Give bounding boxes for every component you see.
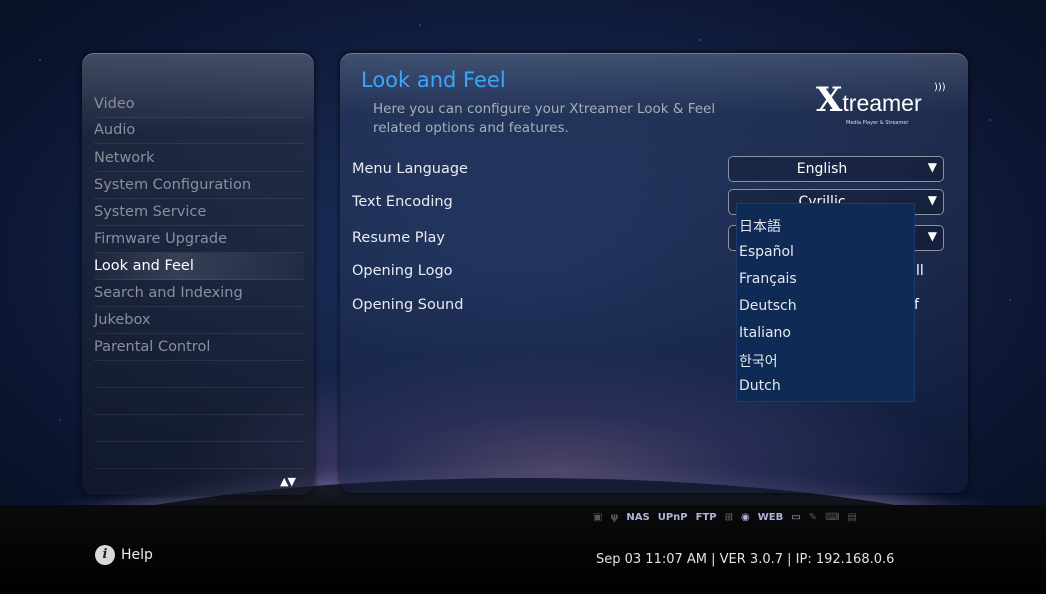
opening-sound-label: Opening Sound: [352, 297, 464, 313]
sidebar-item-video[interactable]: Video: [94, 91, 304, 118]
chevron-down-icon: ▼: [927, 193, 937, 207]
language-dropdown-list: 日本語 Español Français Deutsch Italiano 한국…: [736, 203, 915, 402]
keyboard-icon: ⌨: [825, 512, 840, 523]
dropdown-option-italian[interactable]: Italiano: [739, 325, 791, 341]
resume-play-label: Resume Play: [352, 230, 445, 246]
status-icon-bar: ▣ ψ NAS UPnP FTP ⊞ ◉ WEB ▭ ✎ ⌨ ▤: [593, 512, 857, 523]
dropdown-option-dutch[interactable]: Dutch: [739, 378, 781, 394]
logo-x: X: [816, 80, 843, 120]
page-title: Look and Feel: [361, 68, 506, 92]
dropdown-option-german[interactable]: Deutsch: [739, 298, 797, 314]
sidebar-item-system-configuration[interactable]: System Configuration: [94, 172, 304, 199]
upnp-icon: UPnP: [657, 512, 688, 523]
sidebar-divider: [94, 387, 304, 388]
dropdown-option-french[interactable]: Français: [739, 271, 797, 287]
dropdown-option-spanish[interactable]: Español: [739, 244, 794, 260]
settings-sidebar: Video Audio Network System Configuration…: [82, 53, 314, 495]
menu-language-value: English: [796, 161, 848, 177]
sidebar-item-parental-control[interactable]: Parental Control: [94, 334, 304, 361]
disk-icon: ▣: [593, 512, 603, 523]
chevron-down-icon: ▼: [927, 160, 937, 174]
web-icon: WEB: [757, 512, 784, 523]
menu-language-label: Menu Language: [352, 161, 468, 177]
help-label: Help: [121, 547, 153, 563]
text-encoding-label: Text Encoding: [352, 194, 453, 210]
help-button[interactable]: i Help: [95, 545, 153, 565]
logo-tagline: Media Player & Streamer: [846, 120, 909, 126]
opening-logo-label: Opening Logo: [352, 263, 453, 279]
sd-card-icon: ▤: [847, 512, 857, 523]
ftp-icon: FTP: [695, 512, 717, 523]
sidebar-divider: [94, 468, 304, 469]
sidebar-item-network[interactable]: Network: [94, 145, 304, 172]
xtreamer-logo: Xtreamer ))) Media Player & Streamer: [816, 80, 946, 126]
sidebar-divider: [94, 414, 304, 415]
sidebar-item-system-service[interactable]: System Service: [94, 199, 304, 226]
device-info: Sep 03 11:07 AM | VER 3.0.7 | IP: 192.16…: [596, 552, 895, 567]
sidebar-item-search-and-indexing[interactable]: Search and Indexing: [94, 280, 304, 307]
sidebar-item-firmware-upgrade[interactable]: Firmware Upgrade: [94, 226, 304, 253]
nas-icon: NAS: [626, 512, 650, 523]
info-icon: i: [95, 545, 115, 565]
menu-language-select[interactable]: English ▼: [728, 156, 944, 182]
dropdown-option-japanese[interactable]: 日本語: [739, 216, 781, 236]
sidebar-item-jukebox[interactable]: Jukebox: [94, 307, 304, 334]
sidebar-scroll-arrows[interactable]: ▲▼: [280, 475, 296, 488]
sidebar-item-look-and-feel[interactable]: Look and Feel: [94, 253, 304, 280]
sidebar-divider: [94, 441, 304, 442]
screen-icon: ▭: [791, 512, 801, 523]
usb-icon: ψ: [610, 512, 619, 523]
screen: Video Audio Network System Configuration…: [0, 0, 1046, 594]
wifi-wave-icon: ))): [934, 82, 946, 93]
logo-text: treamer: [842, 90, 922, 116]
dropdown-option-korean[interactable]: 한국어: [739, 351, 778, 371]
bottom-bar: [0, 505, 1046, 594]
sidebar-item-audio[interactable]: Audio: [94, 117, 304, 144]
opening-logo-value[interactable]: ll: [916, 263, 924, 279]
network-icon: ⊞: [724, 512, 733, 523]
page-subtitle: Here you can configure your Xtreamer Loo…: [373, 101, 716, 136]
chevron-down-icon: ▼: [927, 229, 937, 243]
remote-icon: ✎: [808, 512, 818, 523]
wifi-icon: ◉: [741, 512, 750, 523]
